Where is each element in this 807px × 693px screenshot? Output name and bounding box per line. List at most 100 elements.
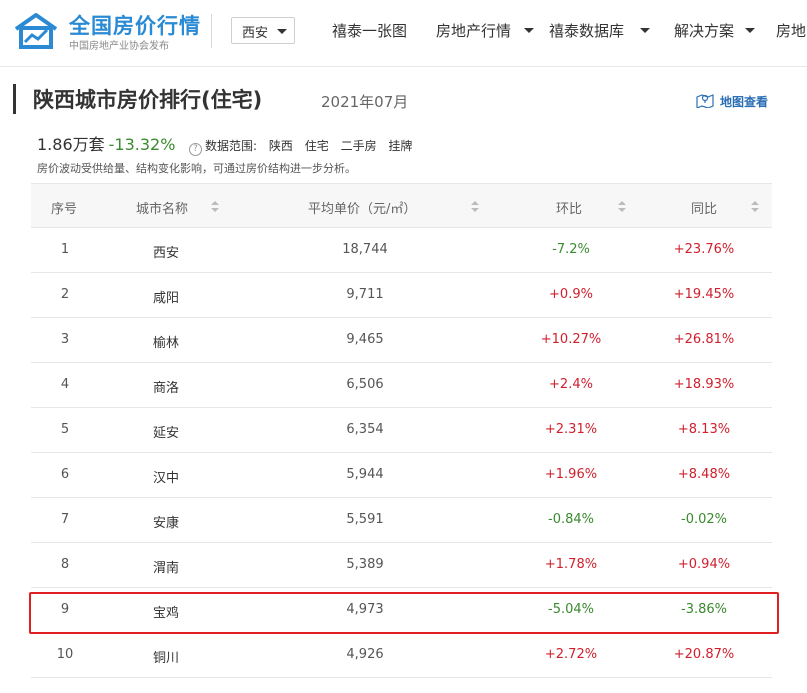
city-select-value: 西安 [242, 26, 269, 41]
listing-change: -13.32% [108, 135, 176, 154]
column-header-price[interactable]: 平均单价（元/㎡） [308, 198, 416, 217]
page-title: 陕西城市房价排行(住宅) [33, 88, 263, 112]
yoy-cell: +26.81% [673, 332, 735, 347]
yoy-cell: +19.45% [673, 287, 735, 302]
city-cell[interactable]: 铜川 [136, 647, 196, 666]
mom-cell: +2.72% [544, 647, 598, 662]
price-cell: 4,926 [346, 647, 384, 662]
nav-item-market[interactable]: 房地产行情 [436, 20, 534, 41]
mom-cell: +10.27% [540, 332, 602, 347]
column-header-yoy[interactable]: 同比 [691, 198, 717, 217]
table-row[interactable]: 6 汉中 5,944 +1.96% +8.48% [31, 453, 772, 498]
rank-cell: 3 [60, 332, 70, 347]
chevron-down-icon [745, 28, 755, 33]
city-cell[interactable]: 延安 [136, 422, 196, 441]
yoy-cell: +8.48% [677, 467, 731, 482]
nav-item-solutions[interactable]: 解决方案 [674, 20, 755, 41]
scope-value-market: 二手房 [340, 139, 377, 153]
nav-item-map[interactable]: 禧泰一张图 [332, 20, 407, 41]
yoy-cell: +0.94% [677, 557, 731, 572]
listing-stats: 1.86万套 -13.32% [37, 131, 175, 155]
price-cell: 6,506 [346, 377, 384, 392]
rank-cell: 2 [60, 287, 70, 302]
rank-cell: 10 [56, 647, 74, 662]
mom-cell: +2.4% [549, 377, 593, 392]
city-cell[interactable]: 渭南 [136, 557, 196, 576]
scope-value-source: 挂牌 [388, 139, 413, 153]
table-row[interactable]: 10 铜川 4,926 +2.72% +20.87% [31, 633, 772, 678]
house-logo-icon[interactable] [13, 12, 59, 50]
column-header-city[interactable]: 城市名称 [136, 198, 188, 217]
sort-icon[interactable] [751, 201, 759, 213]
column-header-rank: 序号 [51, 202, 78, 217]
mom-cell: +1.96% [544, 467, 598, 482]
sort-icon[interactable] [471, 201, 479, 213]
nav-item-label: 禧泰数据库 [549, 22, 625, 40]
sort-icon[interactable] [211, 201, 219, 213]
nav-item-label: 房地产行情 [436, 22, 512, 40]
title-accent-bar [13, 84, 16, 114]
price-cell: 5,944 [346, 467, 384, 482]
nav-item-label: 禧泰一张图 [332, 22, 408, 40]
rank-cell: 4 [60, 377, 70, 392]
scope-value-region: 陕西 [268, 139, 293, 153]
highlighted-row-outline [29, 592, 779, 634]
mom-cell: -0.84% [548, 512, 594, 527]
table-row[interactable]: 8 渭南 5,389 +1.78% +0.94% [31, 543, 772, 588]
logo-title[interactable]: 全国房价行情 [69, 10, 201, 40]
yoy-cell: -0.02% [681, 512, 727, 527]
chevron-down-icon [277, 29, 287, 34]
city-cell[interactable]: 榆林 [136, 332, 196, 351]
sort-icon[interactable] [618, 201, 626, 213]
price-cell: 6,354 [346, 422, 384, 437]
page-date: 2021年07月 [321, 93, 409, 111]
city-cell[interactable]: 商洛 [136, 377, 196, 396]
city-cell[interactable]: 汉中 [136, 467, 196, 486]
map-pin-icon [696, 94, 714, 108]
rank-cell: 1 [60, 242, 70, 257]
listing-count: 1.86万套 [37, 135, 105, 154]
mom-cell: +2.31% [544, 422, 598, 437]
price-cell: 5,591 [346, 512, 384, 527]
table-header: 序号 城市名称 平均单价（元/㎡） 环比 同比 [31, 183, 772, 228]
yoy-cell: +8.13% [677, 422, 731, 437]
price-cell: 9,711 [346, 287, 384, 302]
logo-subtitle: 中国房地产业协会发布 [69, 41, 169, 52]
table-row[interactable]: 3 榆林 9,465 +10.27% +26.81% [31, 318, 772, 363]
city-cell[interactable]: 咸阳 [136, 287, 196, 306]
help-icon[interactable]: ? [189, 143, 202, 156]
chevron-down-icon [524, 28, 534, 33]
mom-cell: -7.2% [552, 242, 590, 257]
map-view-link[interactable]: 地图查看 [696, 93, 768, 110]
table-row[interactable]: 7 安康 5,591 -0.84% -0.02% [31, 498, 772, 543]
table-row[interactable]: 2 咸阳 9,711 +0.9% +19.45% [31, 273, 772, 318]
rank-cell: 6 [60, 467, 70, 482]
table-row[interactable]: 5 延安 6,354 +2.31% +8.13% [31, 408, 772, 453]
city-cell[interactable]: 安康 [136, 512, 196, 531]
rank-cell: 8 [60, 557, 70, 572]
map-view-label: 地图查看 [720, 95, 769, 109]
mom-cell: +1.78% [544, 557, 598, 572]
table-row[interactable]: 4 商洛 6,506 +2.4% +18.93% [31, 363, 772, 408]
column-header-mom[interactable]: 环比 [556, 198, 582, 217]
scope-label: 数据范围: [205, 139, 258, 153]
nav-item-label: 解决方案 [674, 22, 735, 40]
header-divider [211, 14, 212, 48]
price-cell: 18,744 [342, 242, 388, 257]
nav-item-database[interactable]: 禧泰数据库 [549, 20, 650, 41]
yoy-cell: +18.93% [673, 377, 735, 392]
yoy-cell: +23.76% [673, 242, 735, 257]
top-navigation-bar: 全国房价行情 中国房地产业协会发布 西安 禧泰一张图 房地产行情 禧泰数据库 解… [0, 0, 807, 67]
data-scope: ? 数据范围: 陕西 住宅 二手房 挂牌 [189, 137, 412, 156]
chevron-down-icon [640, 28, 650, 33]
city-cell[interactable]: 西安 [136, 242, 196, 261]
city-select-dropdown[interactable]: 西安 [231, 17, 295, 44]
table-row[interactable]: 1 西安 18,744 -7.2% +23.76% [31, 228, 772, 273]
nav-item-more[interactable]: 房地 [776, 20, 806, 41]
nav-item-label: 房地 [776, 22, 807, 40]
rank-cell: 5 [60, 422, 70, 437]
yoy-cell: +20.87% [673, 647, 735, 662]
mom-cell: +0.9% [549, 287, 593, 302]
rank-cell: 7 [60, 512, 70, 527]
price-cell: 5,389 [346, 557, 384, 572]
